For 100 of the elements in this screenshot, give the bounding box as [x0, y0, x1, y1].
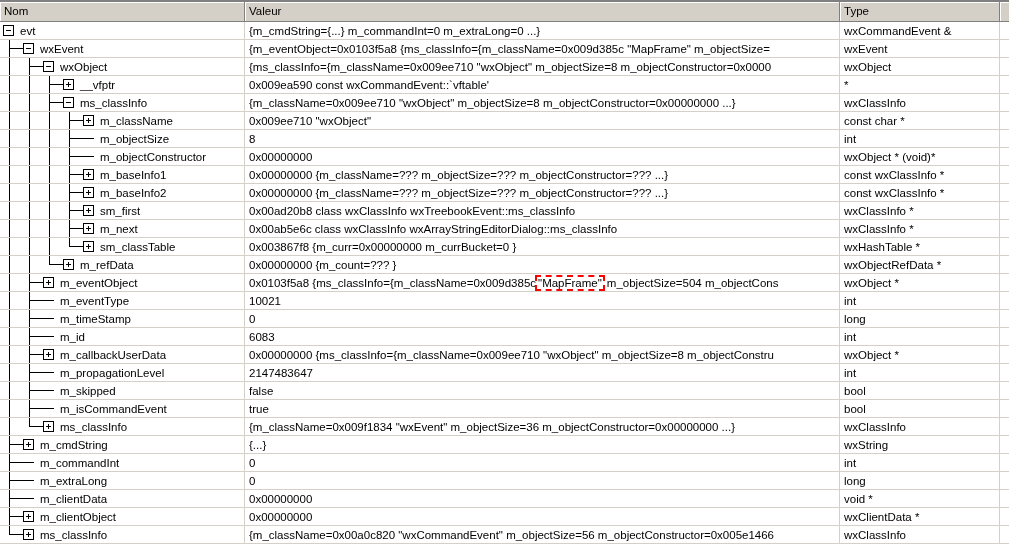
value-cell: 6083 — [245, 328, 840, 345]
value-cell: {ms_classInfo={m_className=0x009ee710 "wxObject" m_objectSize=8 m_objectConstructor=0x0000 — [245, 58, 840, 75]
value-cell: {m_className=0x009ee710 "wxObject" m_objectSize=8 m_objectConstructor=0x00000000 ...} — [245, 94, 840, 111]
type-cell: wxObject * (void)* — [840, 148, 1000, 165]
expand-button[interactable] — [83, 222, 94, 234]
variable-name: m_clientObject — [40, 510, 117, 523]
type-cell: wxHashTable * — [840, 238, 1000, 255]
expand-button[interactable] — [83, 168, 94, 180]
expand-button[interactable] — [43, 276, 54, 288]
collapse-button[interactable] — [43, 60, 54, 72]
value-cell: {m_eventObject=0x0103f5a8 {ms_classInfo={m_className=0x009d385c "MapFrame" m_objectSize= — [245, 40, 840, 57]
column-header[interactable]: Nom — [0, 2, 245, 22]
value-cell: 0 — [245, 472, 840, 489]
value-text: 0x0103f5a8 {ms_classInfo={m_className=0x009d385c — [249, 276, 537, 289]
value-cell: false — [245, 382, 840, 399]
type-cell: wxClassInfo — [840, 526, 1000, 543]
expand-button[interactable] — [43, 348, 54, 360]
value-cell: 0x009ea590 const wxCommandEvent::`vftable' — [245, 76, 840, 93]
type-cell: wxObject — [840, 58, 1000, 75]
variable-name: m_isCommandEvent — [60, 402, 167, 415]
column-header[interactable]: Type — [840, 2, 1000, 22]
variable-name: m_refData — [80, 258, 134, 271]
variable-name: m_eventType — [60, 294, 130, 307]
type-cell: int — [840, 364, 1000, 381]
type-cell: int — [840, 130, 1000, 147]
value-cell: {...} — [245, 436, 840, 453]
expand-button[interactable] — [43, 420, 54, 432]
value-text: m_objectSize=504 m_objectCons — [606, 276, 779, 289]
type-cell: long — [840, 472, 1000, 489]
column-header[interactable]: Valeur — [245, 2, 840, 22]
type-cell: void * — [840, 490, 1000, 507]
type-cell: wxClassInfo * — [840, 220, 1000, 237]
variable-name: evt — [20, 24, 36, 37]
value-cell: 0x00000000 — [245, 508, 840, 525]
type-cell: int — [840, 328, 1000, 345]
type-cell: wxCommandEvent & — [840, 22, 1000, 39]
variable-name: m_callbackUserData — [60, 348, 167, 361]
value-cell: 0x00000000 {ms_classInfo={m_className=0x009ee710 "wxObject" m_objectSize=8 m_objectConstru — [245, 346, 840, 363]
expand-button[interactable] — [83, 186, 94, 198]
type-cell: bool — [840, 382, 1000, 399]
value-cell: 0 — [245, 454, 840, 471]
value-cell: true — [245, 400, 840, 417]
expand-button[interactable] — [83, 240, 94, 252]
expand-button[interactable] — [23, 528, 34, 540]
variable-name: wxEvent — [40, 42, 84, 55]
variable-name: m_extraLong — [40, 474, 108, 487]
type-cell: wxString — [840, 436, 1000, 453]
type-cell: wxClassInfo — [840, 94, 1000, 111]
variable-name: m_objectConstructor — [100, 150, 207, 163]
type-cell: wxClassInfo * — [840, 202, 1000, 219]
variable-name: m_className — [100, 114, 173, 127]
value-cell: 0x00000000 — [245, 490, 840, 507]
type-cell: int — [840, 454, 1000, 471]
variable-name: m_baseInfo1 — [100, 168, 167, 181]
type-cell: wxObject * — [840, 346, 1000, 363]
variable-name: wxObject — [60, 60, 108, 73]
variable-name: m_skipped — [60, 384, 116, 397]
highlighted-value: "MapFrame" — [537, 276, 603, 289]
variable-name: m_commandInt — [40, 456, 120, 469]
expand-button[interactable] — [23, 438, 34, 450]
expand-button[interactable] — [63, 258, 74, 270]
collapse-button[interactable] — [3, 24, 14, 36]
value-cell: 2147483647 — [245, 364, 840, 381]
value-cell: {m_cmdString={...} m_commandInt=0 m_extraLong=0 ...} — [245, 22, 840, 39]
value-cell: 8 — [245, 130, 840, 147]
expand-button[interactable] — [83, 114, 94, 126]
value-cell: 0x003867f8 {m_curr=0x00000000 m_currBucket=0 } — [245, 238, 840, 255]
value-cell: 0 — [245, 310, 840, 327]
type-cell: wxObject * — [840, 274, 1000, 291]
expand-button[interactable] — [63, 78, 74, 90]
variable-name: m_cmdString — [40, 438, 108, 451]
type-cell: bool — [840, 400, 1000, 417]
variable-name: m_timeStamp — [60, 312, 131, 325]
variable-name: m_eventObject — [60, 276, 138, 289]
type-cell: const wxClassInfo * — [840, 166, 1000, 183]
variable-name: m_clientData — [40, 492, 108, 505]
expand-button[interactable] — [83, 204, 94, 216]
variable-name: ms_classInfo — [80, 96, 148, 109]
value-cell: 10021 — [245, 292, 840, 309]
variable-name: ms_classInfo — [60, 420, 128, 433]
type-cell: wxObjectRefData * — [840, 256, 1000, 273]
variable-name: __vfptr — [80, 78, 116, 91]
type-cell: * — [840, 76, 1000, 93]
type-cell: wxClassInfo — [840, 418, 1000, 435]
type-cell: const wxClassInfo * — [840, 184, 1000, 201]
variable-name: ms_classInfo — [40, 528, 108, 541]
collapse-button[interactable] — [23, 42, 34, 54]
value-cell: 0x00ab5e6c class wxClassInfo wxArrayStringEditorDialog::ms_classInfo — [245, 220, 840, 237]
value-cell: 0x00000000 {m_className=??? m_objectSize=??? m_objectConstructor=??? ...} — [245, 184, 840, 201]
value-cell: {m_className=0x009f1834 "wxEvent" m_objectSize=36 m_objectConstructor=0x00000000 ...} — [245, 418, 840, 435]
variable-name: m_id — [60, 330, 85, 343]
type-cell: const char * — [840, 112, 1000, 129]
variable-name: sm_first — [100, 204, 141, 217]
variable-name: m_propagationLevel — [60, 366, 165, 379]
type-cell: wxEvent — [840, 40, 1000, 57]
value-cell: {m_className=0x00a0c820 "wxCommandEvent" m_objectSize=56 m_objectConstructor=0x005e1466 — [245, 526, 840, 543]
expand-button[interactable] — [23, 510, 34, 522]
collapse-button[interactable] — [63, 96, 74, 108]
variable-name: m_baseInfo2 — [100, 186, 167, 199]
variable-name: sm_classTable — [100, 240, 176, 253]
